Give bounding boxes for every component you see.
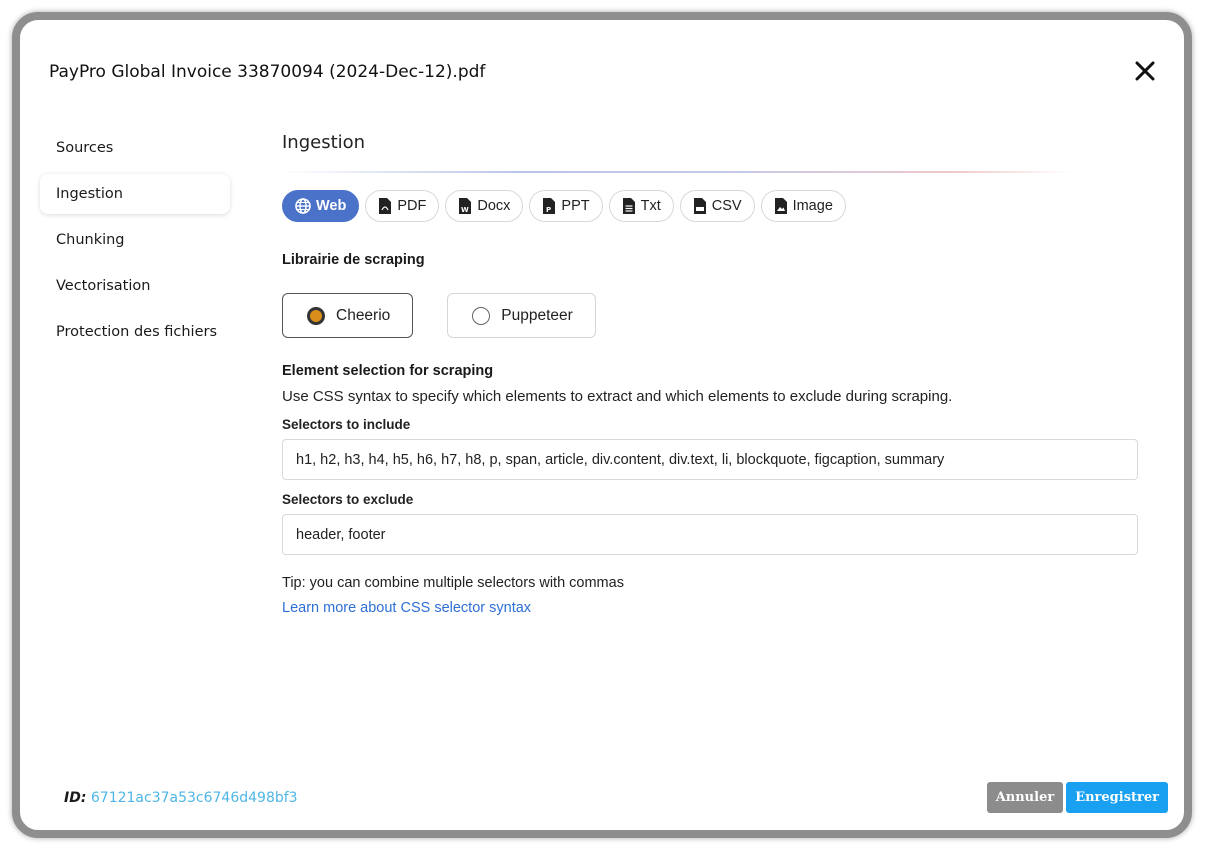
exclude-selectors-input[interactable] [282,514,1138,555]
ppt-file-icon: P [543,198,556,214]
settings-dialog: PayPro Global Invoice 33870094 (2024-Dec… [12,12,1192,838]
include-selectors-input[interactable] [282,439,1138,480]
dialog-actions: Annuler Enregistrer [986,782,1168,813]
tab-label: CSV [711,198,742,214]
id-value: 67121ac37a53c6746d498bf3 [90,790,298,806]
tab-label: Image [792,198,833,214]
selectors-tip: Tip: you can combine multiple selectors … [282,575,624,591]
sidebar-item-ingestion[interactable]: Ingestion [40,174,230,214]
main-content: Ingestion Web PDF W Docx P PPT Txt CSV I… [282,120,1162,617]
sidebar-nav: Sources Ingestion Chunking Vectorisation… [40,128,230,358]
include-selectors-label: Selectors to include [282,417,411,432]
tab-ppt[interactable]: P PPT [529,190,603,222]
txt-file-icon [622,198,635,214]
tab-label: PDF [397,198,427,214]
image-file-icon [774,198,787,214]
tab-label: Web [316,198,347,214]
element-selection-title: Element selection for scraping [282,363,494,379]
sidebar-item-vectorisation[interactable]: Vectorisation [40,266,230,306]
section-divider [282,171,1072,173]
scraping-library-label: Librairie de scraping [282,252,425,268]
element-selection-description: Use CSS syntax to specify which elements… [282,388,953,405]
scraping-library-options: Cheerio Puppeteer [282,293,1162,338]
sidebar-item-file-protection[interactable]: Protection des fichiers [40,312,230,352]
source-type-tabs: Web PDF W Docx P PPT Txt CSV Image [282,190,1162,222]
svg-text:P: P [546,206,551,214]
radio-puppeteer[interactable]: Puppeteer [447,293,596,338]
dialog-title: PayPro Global Invoice 33870094 (2024-Dec… [49,62,486,82]
radio-indicator [307,306,325,325]
tab-csv[interactable]: CSV [679,190,755,222]
tab-docx[interactable]: W Docx [445,190,524,222]
document-id: ID: 67121ac37a53c6746d498bf3 [64,790,298,806]
close-button[interactable] [1132,58,1158,84]
radio-indicator [472,306,491,325]
exclude-selectors-label: Selectors to exclude [282,492,414,507]
csv-file-icon [693,198,706,214]
tab-pdf[interactable]: PDF [365,190,440,222]
radio-label: Cheerio [336,306,391,324]
tab-label: Txt [640,198,661,214]
id-label: ID: [64,790,87,806]
tab-web[interactable]: Web [282,190,360,222]
sidebar-item-chunking[interactable]: Chunking [40,220,230,260]
svg-text:W: W [461,206,469,214]
globe-icon [295,198,311,214]
tab-image[interactable]: Image [760,190,846,222]
tab-label: PPT [561,198,590,214]
save-button[interactable]: Enregistrer [1066,782,1168,813]
docx-file-icon: W [459,198,472,214]
sidebar-item-sources[interactable]: Sources [40,128,230,168]
close-icon [1135,61,1155,81]
pdf-file-icon [379,198,392,214]
learn-more-link[interactable]: Learn more about CSS selector syntax [282,600,531,616]
tab-label: Docx [477,198,511,214]
radio-label: Puppeteer [501,306,573,324]
section-title: Ingestion [282,132,366,153]
tab-txt[interactable]: Txt [608,190,674,222]
cancel-button[interactable]: Annuler [986,782,1064,813]
radio-cheerio[interactable]: Cheerio [282,293,414,338]
